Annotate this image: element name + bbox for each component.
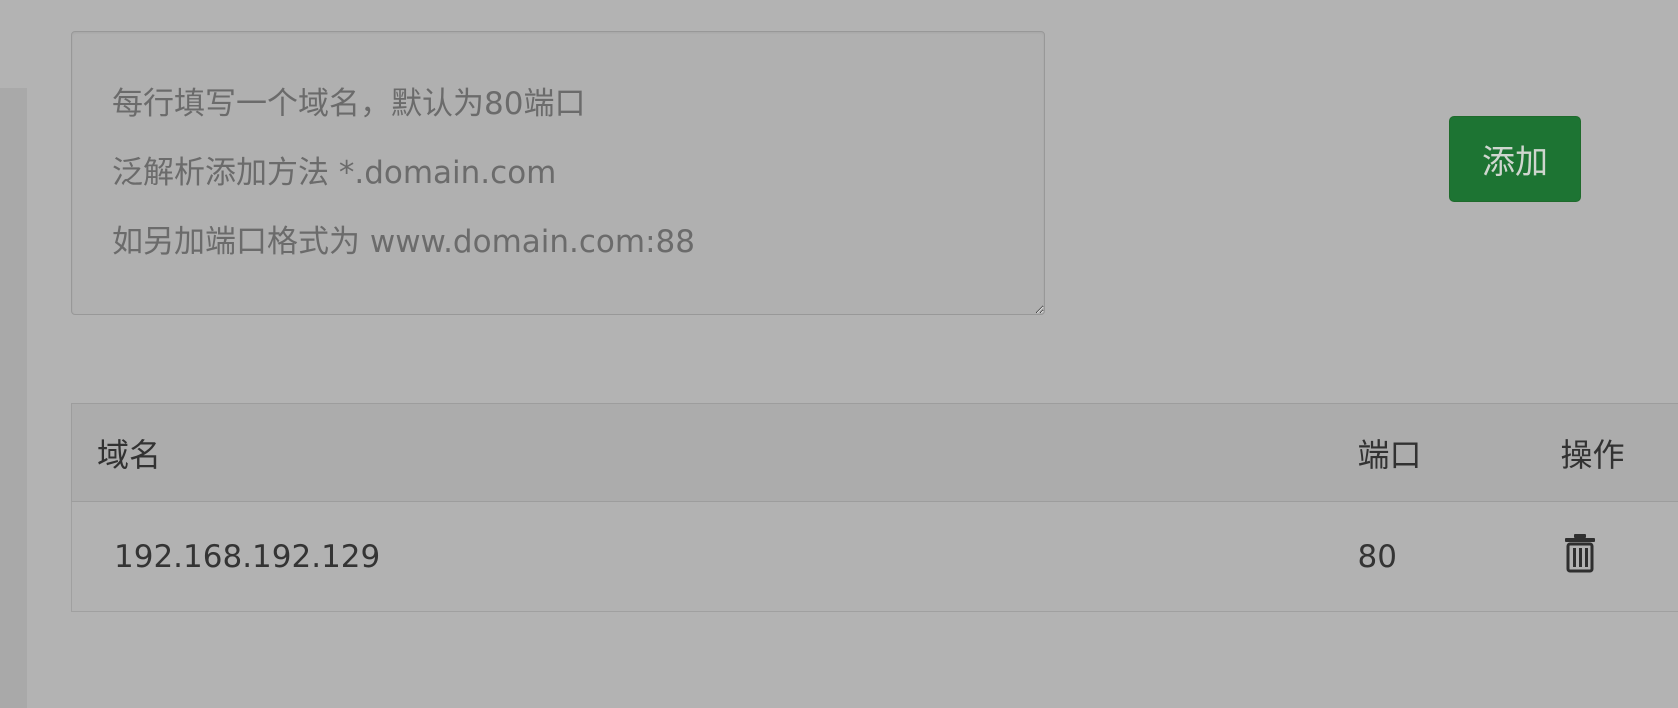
column-header-domain: 域名 [97,435,162,474]
domain-cell: 192.168.192.129 [114,538,381,575]
port-cell: 80 [1357,538,1397,575]
left-edge-strip [0,88,27,708]
trash-icon[interactable] [1563,533,1597,573]
add-domain-button[interactable]: 添加 [1449,116,1581,202]
actions-cell [1561,502,1678,612]
column-header-port: 端口 [1357,435,1422,474]
domain-textarea[interactable] [71,31,1045,315]
table-header-row: 域名 端口 操作 [71,403,1678,502]
column-header-actions: 操作 [1560,435,1625,474]
table-row: 192.168.192.129 80 [71,501,1678,612]
domain-table: 域名 端口 操作 192.168.192.129 80 [71,403,1678,612]
